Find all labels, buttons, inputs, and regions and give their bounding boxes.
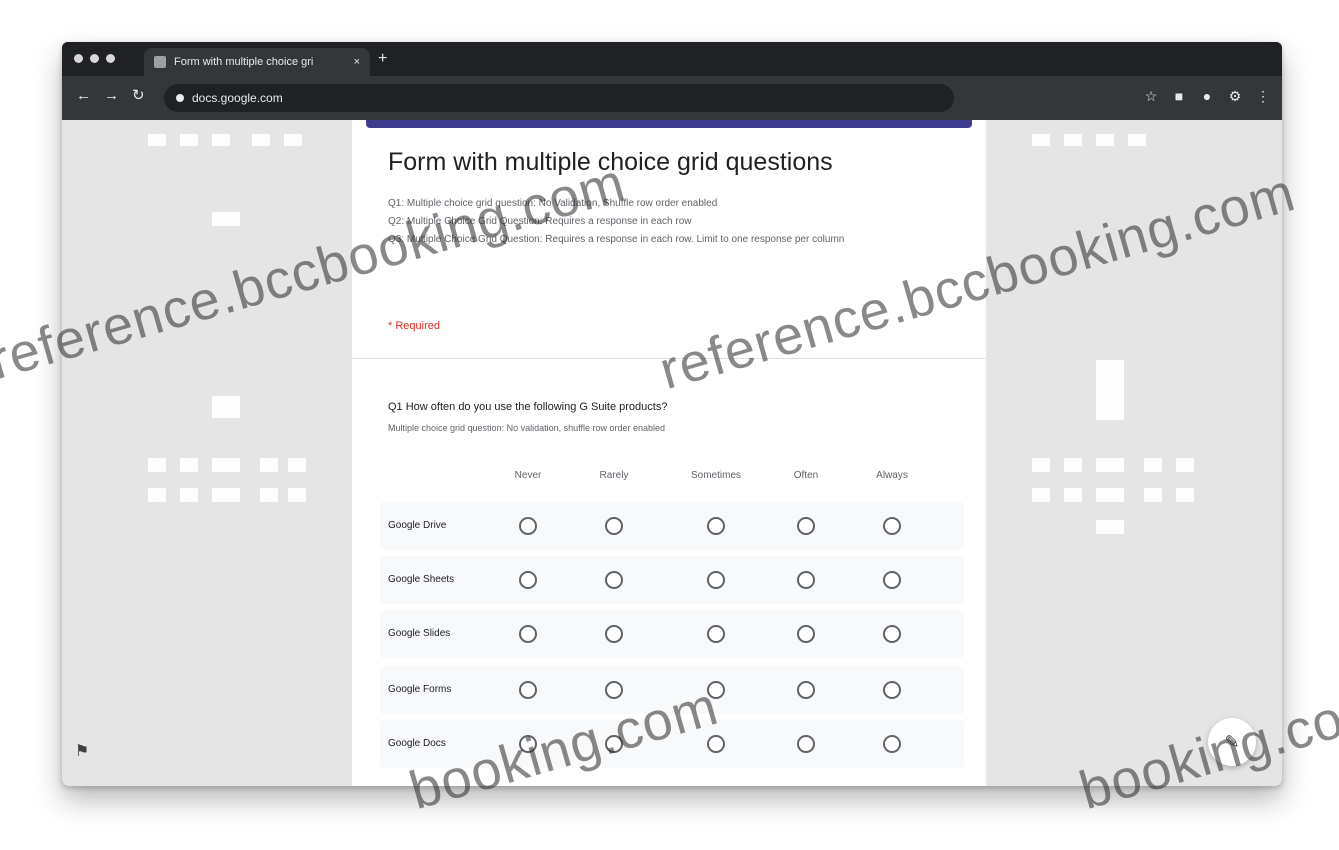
tab-strip: Form with multiple choice gri × + [62, 42, 1282, 76]
grid-radio-button[interactable] [707, 625, 725, 643]
grid-radio-button[interactable] [707, 735, 725, 753]
toolbar-icons: ☆ ■ ● ⚙ ⋮ [1144, 89, 1270, 103]
required-note: * Required [388, 320, 440, 332]
lock-icon [176, 94, 184, 102]
left-background-pattern [62, 120, 352, 786]
forward-arrow-icon[interactable]: → [104, 88, 119, 104]
back-arrow-icon[interactable]: ← [76, 88, 91, 104]
grid-radio-button[interactable] [519, 625, 537, 643]
grid-radio-button[interactable] [519, 681, 537, 699]
minimize-window-icon[interactable] [90, 54, 99, 63]
grid-radio-button[interactable] [797, 625, 815, 643]
grid-column-header: Sometimes [690, 470, 741, 481]
grid-column-header: Often [793, 470, 819, 481]
address-url[interactable]: docs.google.com [192, 91, 283, 105]
grid-radio-button[interactable] [519, 735, 537, 753]
edit-pencil-icon[interactable]: ✎ [1208, 718, 1256, 766]
grid-radio-button[interactable] [797, 681, 815, 699]
browser-toolbar: ← → ↻ docs.google.com ☆ ■ ● ⚙ ⋮ [62, 76, 1282, 120]
grid-radio-button[interactable] [883, 571, 901, 589]
extension-icon[interactable]: ■ [1172, 89, 1186, 103]
grid-row-label: Google Sheets [388, 574, 455, 585]
grid-radio-button[interactable] [707, 571, 725, 589]
form-description-line: Q2: Multiple Choice Grid Question: Requi… [388, 216, 692, 227]
grid-radio-button[interactable] [797, 735, 815, 753]
grid-radio-button[interactable] [605, 735, 623, 753]
grid-radio-button[interactable] [605, 517, 623, 535]
form-description-line: Q1: Multiple choice grid question: No Va… [388, 198, 718, 209]
address-bar[interactable]: docs.google.com [164, 84, 954, 112]
grid-row-label: Google Slides [388, 628, 451, 639]
browser-tab[interactable]: Form with multiple choice gri × [144, 48, 370, 76]
settings-gear-icon[interactable]: ⚙ [1228, 89, 1242, 103]
grid-row: Google Slides [380, 610, 964, 658]
reload-icon[interactable]: ↻ [132, 88, 145, 104]
maximize-window-icon[interactable] [106, 54, 115, 63]
grid-radio-button[interactable] [707, 517, 725, 535]
tab-title: Form with multiple choice gri [174, 56, 314, 68]
form-title: Form with multiple choice grid questions [388, 148, 833, 176]
grid-row-label: Google Forms [388, 684, 452, 695]
form-description-line: Q3: Multiple Choice Grid Question: Requi… [388, 234, 845, 245]
grid-column-header: Never [514, 470, 542, 481]
grid-radio-button[interactable] [707, 681, 725, 699]
grid-column-header: Always [876, 470, 908, 481]
grid-radio-button[interactable] [605, 681, 623, 699]
question-title: Q1 How often do you use the following G … [388, 401, 668, 413]
forms-favicon-icon [154, 56, 166, 68]
profile-icon[interactable]: ● [1200, 89, 1214, 103]
browser-window: Form with multiple choice gri × + ← → ↻ … [62, 42, 1282, 786]
page-viewport: Form with multiple choice grid questions… [62, 120, 1282, 786]
screenshot-stage: Form with multiple choice gri × + ← → ↻ … [0, 0, 1339, 850]
form-card: Form with multiple choice grid questions… [352, 120, 986, 786]
right-background-pattern [986, 120, 1276, 786]
grid-column-header: Rarely [599, 470, 629, 481]
new-tab-button[interactable]: + [378, 51, 387, 67]
form-accent-bar [366, 120, 972, 128]
close-window-icon[interactable] [74, 54, 83, 63]
tab-close-icon[interactable]: × [354, 56, 360, 68]
menu-icon[interactable]: ⋮ [1256, 89, 1270, 103]
feedback-icon[interactable]: ⚑ [72, 742, 92, 762]
grid-radio-button[interactable] [883, 681, 901, 699]
grid-radio-button[interactable] [883, 517, 901, 535]
grid-row: Google Sheets [380, 556, 964, 604]
grid-row: Google Drive [380, 502, 964, 550]
question-subtitle: Multiple choice grid question: No valida… [388, 423, 665, 433]
grid-radio-button[interactable] [605, 625, 623, 643]
grid-row-label: Google Docs [388, 738, 446, 749]
grid-radio-button[interactable] [797, 517, 815, 535]
window-controls [74, 54, 115, 63]
grid-row: Google Docs [380, 720, 964, 768]
section-divider [352, 358, 986, 359]
grid-radio-button[interactable] [797, 571, 815, 589]
grid-radio-button[interactable] [883, 735, 901, 753]
grid-radio-button[interactable] [519, 571, 537, 589]
grid-radio-button[interactable] [883, 625, 901, 643]
grid-row: Google Forms [380, 666, 964, 714]
grid-radio-button[interactable] [605, 571, 623, 589]
bookmark-star-icon[interactable]: ☆ [1144, 89, 1158, 103]
grid-radio-button[interactable] [519, 517, 537, 535]
grid-row-label: Google Drive [388, 520, 447, 531]
